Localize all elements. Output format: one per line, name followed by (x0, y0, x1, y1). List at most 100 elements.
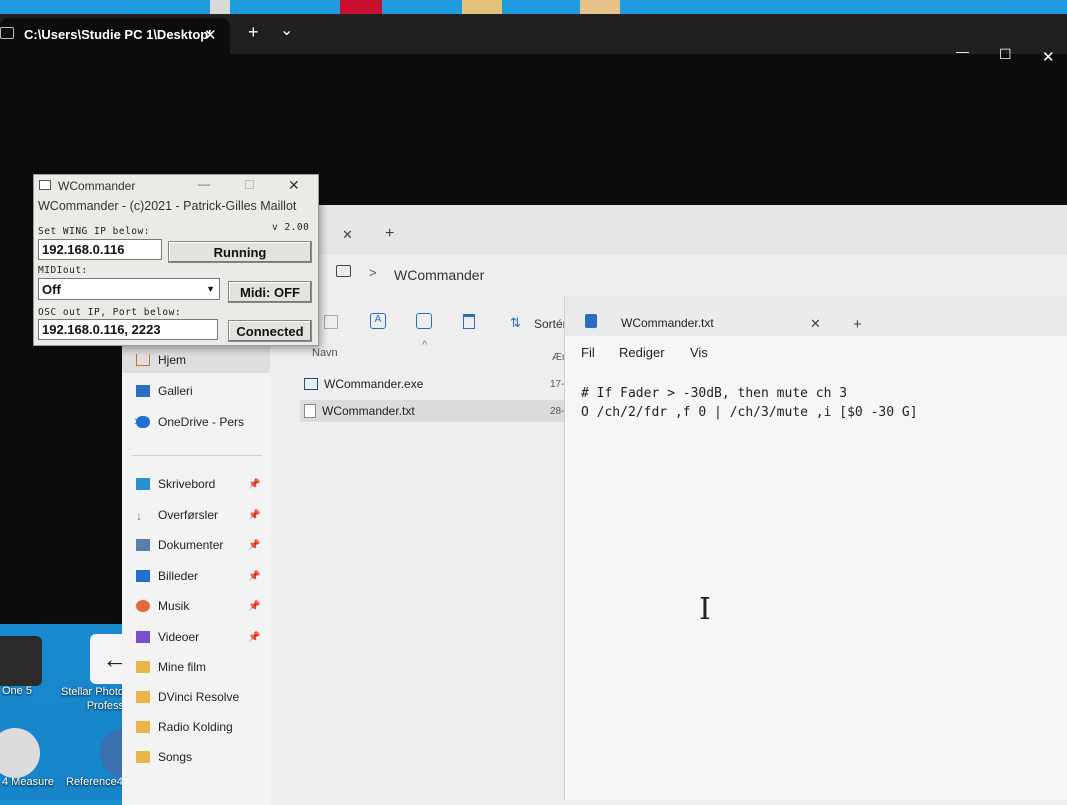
file-date: 17- (550, 378, 565, 390)
close-button[interactable]: ✕ (1042, 48, 1055, 66)
sidebar-item-folder[interactable]: DVinci Resolve (136, 686, 239, 708)
folder-icon (136, 661, 150, 673)
terminal-tab[interactable]: C:\Users\Studie PC 1\Desktop' ✕ (0, 18, 230, 54)
computer-icon[interactable] (336, 265, 351, 277)
sidebar-item-home[interactable]: Hjem (136, 349, 186, 371)
sidebar-item-downloads[interactable]: ↓ Overførsler 📌 (136, 504, 260, 526)
sort-icon[interactable]: ⇅ (510, 315, 521, 331)
running-button[interactable]: Running (168, 241, 312, 263)
folder-icon (136, 721, 150, 733)
sidebar-divider (132, 455, 262, 456)
file-name: WCommander.txt (322, 404, 415, 418)
maximize-button[interactable]: ☐ (244, 178, 255, 192)
sidebar-item-label: Overførsler (158, 508, 218, 522)
close-button[interactable]: ✕ (288, 177, 300, 194)
close-icon[interactable]: ✕ (204, 26, 217, 44)
chevron-down-icon[interactable]: ⌄ (280, 20, 293, 40)
sidebar-item-desktop[interactable]: Skrivebord 📌 (136, 473, 260, 495)
menu-view[interactable]: Vis (690, 345, 708, 360)
copy-icon[interactable] (324, 315, 338, 329)
notepad-window[interactable]: WCommander.txt ✕ + Fil Rediger Vis # If … (564, 296, 1067, 800)
sidebar-item-label: Billeder (158, 569, 199, 583)
sidebar-item-label: Videoer (158, 630, 200, 644)
desktop-icon (136, 478, 150, 490)
osc-label: OSC out IP, Port below: (38, 307, 182, 318)
cloud-icon (136, 416, 150, 428)
new-tab-button[interactable]: + (385, 225, 394, 243)
midi-toggle-button[interactable]: Midi: OFF (228, 281, 312, 303)
connected-button[interactable]: Connected (228, 320, 312, 342)
sort-button[interactable]: Sortér (534, 317, 567, 331)
pin-icon[interactable]: 📌 (248, 601, 260, 612)
menu-edit[interactable]: Rediger (619, 345, 665, 360)
pin-icon[interactable]: 📌 (248, 479, 260, 490)
maximize-button[interactable]: ☐ (999, 46, 1012, 63)
menu-file[interactable]: Fil (581, 345, 595, 360)
minimize-button[interactable]: — (198, 177, 210, 191)
breadcrumb[interactable]: WCommander (394, 267, 484, 283)
pin-icon[interactable]: 📌 (248, 571, 260, 582)
video-icon (136, 631, 150, 643)
pin-icon[interactable]: 📌 (248, 632, 260, 643)
pin-icon[interactable]: 📌 (248, 540, 260, 551)
sidebar-item-label: Skrivebord (158, 477, 216, 491)
sidebar-item-label: DVinci Resolve (158, 690, 240, 704)
sidebar-item-folder[interactable]: Songs (136, 746, 192, 768)
new-tab-button[interactable]: + (248, 22, 259, 43)
sidebar-item-documents[interactable]: Dokumenter 📌 (136, 534, 260, 556)
wcommander-window: WCommander — ☐ ✕ WCommander - (c)2021 - … (33, 174, 319, 346)
minimize-button[interactable]: — (956, 44, 969, 59)
text-file-icon (304, 404, 316, 418)
midi-out-select[interactable]: Off ▼ (38, 278, 220, 300)
app-header: WCommander - (c)2021 - Patrick-Gilles Ma… (38, 199, 297, 213)
home-icon (136, 354, 150, 366)
sidebar-item-label: Galleri (158, 384, 193, 398)
notepad-tab-title[interactable]: WCommander.txt (621, 316, 714, 330)
sidebar-item-label: OneDrive - Pers (158, 415, 245, 429)
trash-icon[interactable] (463, 314, 475, 329)
sidebar-item-folder[interactable]: Radio Kolding (136, 716, 233, 738)
sidebar-item-gallery[interactable]: Galleri (136, 380, 193, 402)
gallery-icon (136, 385, 150, 397)
desktop-icon-label: Stellar Photo Profess (61, 686, 124, 712)
rename-icon[interactable]: A (370, 313, 386, 329)
sidebar-item-label: Mine film (158, 660, 207, 674)
desktop-icon-label: 4 Measure (2, 776, 54, 788)
version-label: v 2.00 (272, 222, 310, 233)
close-icon[interactable]: ✕ (342, 227, 353, 243)
sidebar-item-folder[interactable]: Mine film (136, 656, 206, 678)
chevron-down-icon[interactable]: ▼ (206, 284, 215, 294)
terminal-icon (0, 27, 14, 39)
new-tab-button[interactable]: + (853, 316, 862, 333)
column-header-name[interactable]: Navn (312, 347, 338, 359)
notepad-icon (585, 314, 597, 328)
sidebar-item-pictures[interactable]: Billeder 📌 (136, 565, 260, 587)
file-row[interactable]: WCommander.txt 28- (300, 400, 568, 422)
file-date: 28- (550, 405, 565, 417)
pin-icon[interactable]: 📌 (248, 510, 260, 521)
sidebar-item-music[interactable]: Musik 📌 (136, 595, 260, 617)
osc-input[interactable]: 192.168.0.116, 2223 (38, 319, 218, 340)
terminal-tabbar: C:\Users\Studie PC 1\Desktop' ✕ + ⌄ — ☐ … (0, 14, 1067, 66)
sidebar-item-onedrive[interactable]: OneDrive - Pers (136, 411, 244, 433)
breadcrumb-separator: > (369, 265, 377, 280)
wing-ip-input[interactable]: 192.168.0.116 (38, 239, 162, 260)
folder-icon (136, 691, 150, 703)
app-icon (39, 180, 51, 190)
chevron-up-icon: ^ (422, 339, 428, 351)
sidebar-item-label: Hjem (158, 353, 187, 367)
notepad-tabbar: WCommander.txt ✕ + (565, 296, 1067, 336)
file-row[interactable]: WCommander.exe 17- (300, 373, 568, 395)
share-icon[interactable] (416, 313, 432, 329)
notepad-text-area[interactable]: # If Fader > -30dB, then mute ch 3 O /ch/… (581, 384, 918, 422)
desktop-icon-label: Reference4 (66, 776, 123, 788)
text-line: # If Fader > -30dB, then mute ch 3 (581, 386, 848, 401)
exe-icon (304, 378, 318, 390)
text-cursor-icon: I (699, 592, 711, 627)
sidebar-item-label: Songs (158, 750, 193, 764)
sidebar-item-videos[interactable]: Videoer 📌 (136, 626, 260, 648)
window-title: WCommander (58, 179, 136, 193)
document-icon (136, 539, 150, 551)
close-icon[interactable]: ✕ (810, 316, 821, 332)
desktop-app-icon[interactable] (0, 636, 42, 686)
